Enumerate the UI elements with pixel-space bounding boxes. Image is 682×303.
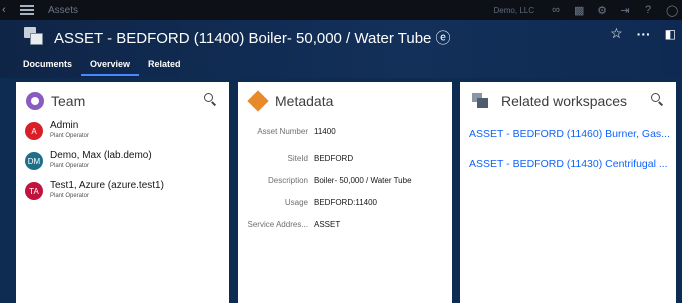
tab-overview[interactable]: Overview (81, 56, 140, 76)
metadata-row: SiteId BEDFORD (238, 150, 452, 168)
avatar: DM (25, 152, 43, 170)
metadata-key: Description (267, 176, 308, 185)
team-member[interactable]: TA Test1, Azure (azure.test1) Plant Oper… (25, 180, 229, 210)
panel-icon[interactable]: ◧ (665, 27, 676, 41)
metadata-key: SiteId (287, 154, 308, 163)
metadata-value: ASSET (314, 220, 341, 229)
related-workspaces-card: Related workspaces ASSET - BEDFORD (1146… (460, 82, 676, 303)
metadata-value: BEDFORD (314, 154, 354, 163)
team-card: Team A Admin Plant Operator DM Demo, Max… (16, 82, 229, 303)
help-icon[interactable]: ? (643, 4, 653, 16)
member-name: Demo, Max (lab.demo) (50, 150, 152, 161)
app-name: Assets (48, 4, 79, 16)
page-header: ASSET - BEDFORD (11400) Boiler- 50,000 /… (0, 20, 682, 78)
top-bar: ‹ Assets Demo, LLC ∞ ▩ ⚙ ⇥ ? ◯ (0, 0, 682, 20)
diamond-icon (247, 90, 269, 112)
member-role: Plant Operator (50, 133, 90, 139)
header-actions: ☆ ··· ◧ (610, 25, 676, 42)
star-icon[interactable]: ☆ (610, 25, 623, 42)
avatar: A (25, 122, 43, 140)
member-role: Plant Operator (50, 163, 90, 169)
tab-documents[interactable]: Documents (14, 56, 81, 76)
related-card-header: Related workspaces (460, 82, 676, 120)
tab-bar: Documents Overview Related (14, 56, 190, 78)
avatar: TA (25, 182, 43, 200)
tab-related[interactable]: Related (139, 56, 190, 76)
member-role: Plant Operator (50, 193, 90, 199)
chart-icon[interactable]: ▩ (574, 4, 584, 17)
metadata-value: BEDFORD:11400 (314, 198, 377, 207)
metadata-row: Description Boiler- 50,000 / Water Tube (238, 172, 452, 190)
metadata-row: Asset Number 11400 (238, 123, 452, 141)
member-name: Test1, Azure (azure.test1) (50, 180, 164, 191)
back-icon[interactable]: ‹ (2, 4, 12, 16)
metadata-row: Service Addres... ASSET (238, 216, 452, 234)
user-icon[interactable]: ◯ (666, 4, 678, 17)
metadata-card-title: Metadata (275, 93, 334, 109)
workspace-icon (472, 92, 492, 110)
search-icon[interactable] (204, 93, 217, 106)
related-card-title: Related workspaces (501, 93, 628, 109)
metadata-key: Usage (284, 198, 308, 207)
page-title: ASSET - BEDFORD (11400) Boiler- 50,000 /… (54, 30, 451, 47)
team-icon (26, 92, 44, 110)
top-bar-actions: Demo, LLC ∞ ▩ ⚙ ⇥ ? ◯ (494, 0, 679, 20)
metadata-value: 11400 (314, 127, 336, 136)
edit-icon[interactable]: ⓔ (436, 30, 451, 47)
settings-icon[interactable]: ⚙ (597, 4, 607, 17)
search-icon[interactable] (651, 93, 664, 106)
team-card-title: Team (51, 93, 86, 109)
overflow-menu-icon[interactable]: ··· (637, 26, 651, 42)
metadata-row: Usage BEDFORD:11400 (238, 194, 452, 212)
metadata-key: Service Addres... (247, 220, 308, 229)
team-card-header: Team (16, 82, 229, 120)
logout-icon[interactable]: ⇥ (620, 4, 630, 17)
link-icon[interactable]: ∞ (551, 4, 561, 16)
team-member[interactable]: A Admin Plant Operator (25, 120, 229, 150)
metadata-card: Metadata Asset Number 11400 SiteId BEDFO… (238, 82, 452, 303)
hamburger-menu-icon[interactable] (20, 5, 36, 15)
asset-icon (24, 27, 44, 45)
org-name[interactable]: Demo, LLC (494, 6, 534, 15)
metadata-card-header: Metadata (238, 82, 452, 120)
metadata-value: Boiler- 50,000 / Water Tube (314, 176, 412, 185)
metadata-key: Asset Number (257, 127, 308, 136)
related-workspace-link[interactable]: ASSET - BEDFORD (11430) Centrifugal ... (469, 158, 669, 188)
related-workspace-link[interactable]: ASSET - BEDFORD (11460) Burner, Gas... (469, 128, 669, 158)
member-name: Admin (50, 120, 79, 131)
team-member[interactable]: DM Demo, Max (lab.demo) Plant Operator (25, 150, 229, 180)
